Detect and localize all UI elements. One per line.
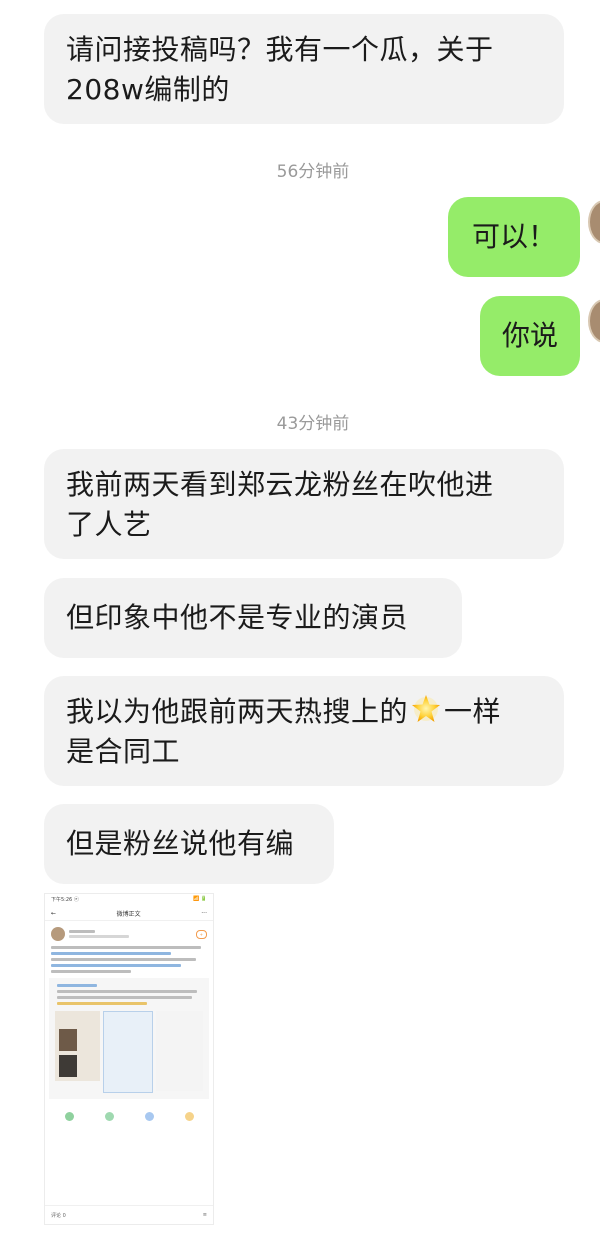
message-text: 但印象中他不是专业的演员 (66, 601, 409, 634)
thumbnail-photo (55, 1011, 101, 1081)
message-text: 但是粉丝说他有编 (66, 827, 295, 860)
comment-tab: 评论 0 (51, 1212, 66, 1219)
thumbnail-bottom-bar: 评论 0 ≡ (45, 1205, 213, 1224)
message-text: 我前两天看到郑云龙粉丝在吹他进 (66, 468, 494, 501)
follow-button-icon: + (195, 929, 207, 939)
share-icon (64, 1112, 74, 1121)
back-arrow-icon: ← (51, 909, 57, 917)
message-bubble-received[interactable]: 但印象中他不是专业的演员 (44, 578, 462, 658)
message-text: 你说 (501, 319, 558, 352)
message-bubble-received[interactable]: 但是粉丝说他有编 (44, 804, 334, 884)
like-icon (144, 1112, 154, 1121)
message-bubble-received[interactable]: 我前两天看到郑云龙粉丝在吹他进 了人艺 (44, 449, 564, 559)
thumbnail-author: + (45, 921, 213, 943)
message-text: 可以！ (471, 220, 556, 253)
message-text: 一样 (444, 695, 502, 728)
thumbnail-actions (45, 1104, 213, 1129)
message-text: 请问接投稿吗？我有一个瓜，关于 (66, 33, 494, 66)
thumbnail-repost (49, 978, 209, 1099)
thumbnail-nav: ← 微博正文 ··· (45, 906, 213, 921)
message-text: 我以为他跟前两天热搜上的 (66, 695, 409, 728)
more-icon: ··· (201, 909, 207, 917)
thumbnail-photo (103, 1011, 153, 1093)
image-message-thumbnail[interactable]: 下午5:26 ⓔ 📶 🔋 ← 微博正文 ··· + 评论 0 ≡ (44, 893, 214, 1225)
message-text: 是合同工 (66, 735, 181, 768)
favorite-icon (184, 1112, 194, 1121)
more-icon: ≡ (202, 1212, 207, 1218)
comment-icon (104, 1112, 114, 1121)
timestamp: 43分钟前 (276, 414, 350, 434)
message-text: 208w编制的 (66, 73, 230, 106)
thumbnail-status-bar: 下午5:26 ⓔ 📶 🔋 (51, 896, 207, 903)
thumbnail-nav-title: 微博正文 (116, 910, 141, 918)
message-bubble-sent[interactable]: 可以！ (448, 197, 580, 277)
message-bubble-sent[interactable]: 你说 (480, 296, 580, 376)
message-text: 了人艺 (66, 508, 152, 541)
message-bubble-received[interactable]: 我以为他跟前两天热搜上的 一样 是合同工 (44, 676, 564, 786)
avatar[interactable] (588, 299, 600, 343)
avatar[interactable] (588, 200, 600, 244)
message-bubble-received[interactable]: 请问接投稿吗？我有一个瓜，关于 208w编制的 (44, 14, 564, 124)
timestamp: 56分钟前 (276, 162, 350, 182)
thumbnail-photo (155, 1011, 203, 1091)
star-emoji-icon (409, 692, 443, 726)
avatar (51, 927, 65, 941)
